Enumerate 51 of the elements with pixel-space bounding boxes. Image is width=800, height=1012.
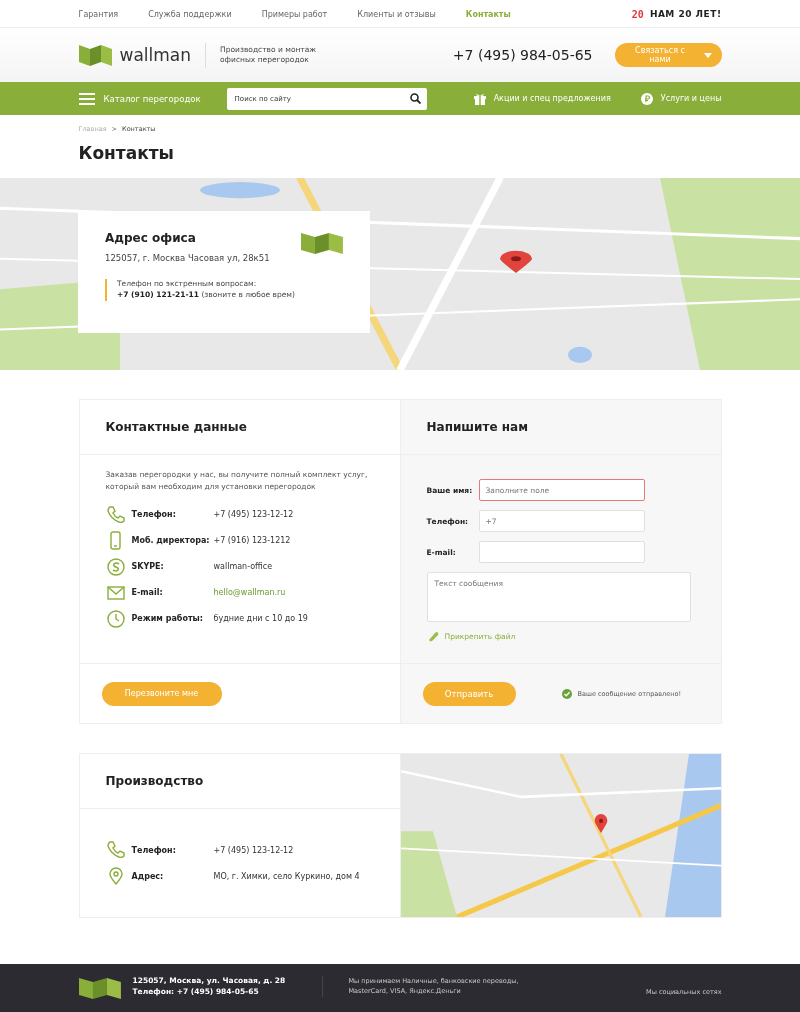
- catalog-menu[interactable]: Каталог перегородок: [78, 92, 201, 105]
- nav-link[interactable]: Акции и спец предложения: [473, 92, 611, 105]
- section-title: Напишите нам: [426, 420, 528, 434]
- callback-button[interactable]: Перезвоните мне: [101, 681, 222, 706]
- nav-link[interactable]: Клиенты и отзывы: [357, 9, 436, 19]
- nav-link[interactable]: Примеры работ: [261, 9, 328, 19]
- info-value: +7 (495) 123-12-12: [213, 510, 294, 519]
- info-label: Моб. директора:: [131, 536, 211, 545]
- info-label: SKYPE:: [131, 562, 165, 571]
- nav-link[interactable]: Гарантия: [78, 9, 119, 19]
- skype-icon: [105, 556, 126, 577]
- info-label: Режим работы:: [131, 614, 204, 623]
- address-text: 125057, г. Москва Часовая ул, 28к51: [105, 253, 270, 263]
- section-title: Контактные данные: [105, 420, 247, 434]
- gift-icon: [473, 92, 486, 105]
- phone-number: +7 (495) 984-05-65: [452, 47, 593, 63]
- map-pin-icon: [500, 250, 532, 273]
- email-link[interactable]: hello@wallman.ru: [213, 588, 286, 597]
- submit-button[interactable]: Отправить: [422, 681, 516, 706]
- info-value: будние дни с 10 до 19: [213, 614, 308, 623]
- info-value: МО, г. Химки, село Куркино, дом 4: [213, 871, 360, 881]
- menu-icon: [78, 92, 95, 105]
- anniversary-number: 20: [631, 8, 644, 20]
- logo-icon: [78, 976, 121, 1001]
- page-title: Контакты: [78, 143, 175, 165]
- info-value: +7 (916) 123-1212: [213, 536, 291, 545]
- section-title: Производство: [105, 774, 204, 788]
- info-label: Адрес:: [131, 871, 165, 881]
- info-label: Телефон:: [131, 845, 177, 855]
- logo-text: wallman: [119, 45, 192, 65]
- info-label: E-mail:: [131, 588, 164, 597]
- info-value: +7 (495) 123-12-12: [213, 845, 294, 855]
- info-label: Телефон:: [131, 510, 177, 519]
- card-title: Адрес офиса: [105, 231, 197, 245]
- logo-icon: [78, 42, 113, 68]
- search-button[interactable]: [404, 87, 427, 110]
- caret-icon: [703, 52, 712, 58]
- search-icon: [410, 93, 422, 104]
- ruble-icon: [640, 92, 653, 105]
- phone-icon: [105, 840, 126, 860]
- map-pin-icon: [594, 814, 607, 833]
- check-circle-icon: [561, 688, 572, 699]
- logo-icon: [301, 231, 343, 256]
- info-value: wallman-office: [213, 562, 273, 571]
- contact-button[interactable]: Связаться с нами: [614, 43, 722, 67]
- nav-link[interactable]: Контакты: [465, 9, 511, 19]
- clock-icon: [105, 608, 126, 629]
- nav-link[interactable]: Услуги и цены: [640, 92, 722, 105]
- phone-icon: [105, 504, 126, 525]
- nav-link[interactable]: Служба поддержки: [148, 9, 232, 19]
- anniversary-text: НАМ 20 ЛЕТ!: [649, 9, 722, 19]
